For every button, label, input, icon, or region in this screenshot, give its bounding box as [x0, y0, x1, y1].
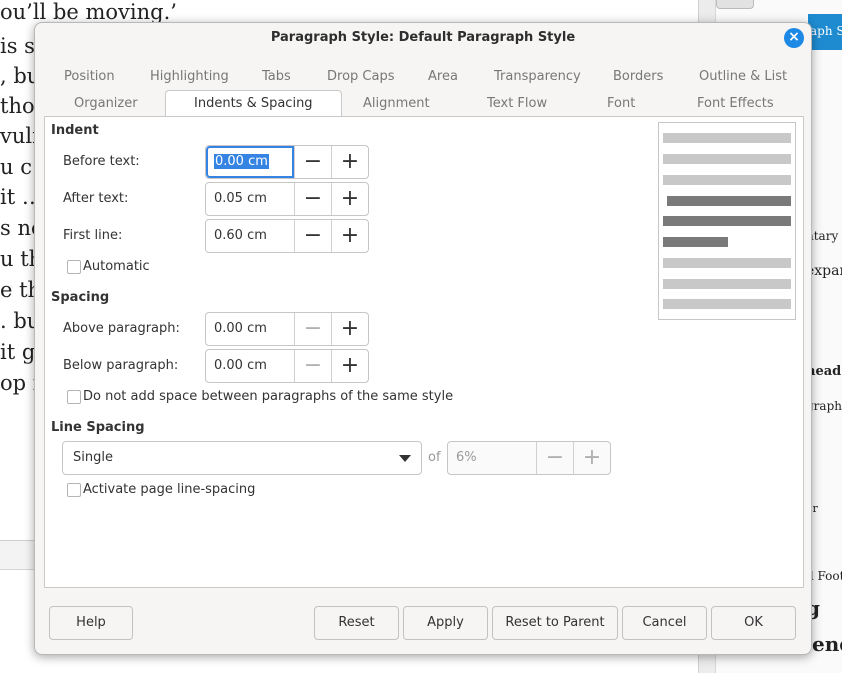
after-text-input[interactable]: 0.05 cm — [206, 183, 294, 215]
preview-line — [663, 175, 791, 185]
first-line-spinner: 0.60 cm − + — [205, 219, 369, 253]
tab-transparency[interactable]: Transparency — [494, 69, 581, 84]
spacing-heading: Spacing — [51, 290, 110, 305]
line-spacing-value: Single — [73, 450, 113, 465]
page-line-spacing-label: Activate page line-spacing — [83, 482, 256, 497]
doc-line: it g — [0, 340, 36, 364]
before-text-input[interactable]: 0.00 cm — [206, 146, 294, 178]
paragraph-preview — [658, 122, 796, 320]
page-line-spacing-checkbox[interactable] — [67, 483, 81, 497]
tab-font-effects[interactable]: Font Effects — [697, 96, 774, 111]
before-text-label: Before text: — [63, 154, 140, 169]
below-paragraph-spinner: 0.00 cm − + — [205, 349, 369, 383]
line-spacing-increase-button[interactable]: + — [573, 442, 610, 474]
below-paragraph-input[interactable]: 0.00 cm — [206, 350, 294, 382]
preview-line-current — [663, 216, 791, 226]
preview-line-current — [667, 196, 791, 206]
preview-line-current — [663, 237, 728, 247]
first-line-input[interactable]: 0.60 cm — [206, 220, 294, 252]
before-text-spinner: 0.00 cm − + — [205, 145, 369, 179]
preview-line — [663, 279, 791, 289]
preview-line — [663, 133, 791, 143]
dialog-title: Paragraph Style: Default Paragraph Style — [270, 30, 576, 45]
ok-button[interactable]: OK — [711, 606, 796, 640]
tab-organizer[interactable]: Organizer — [74, 96, 138, 111]
paragraph-style-dialog: Paragraph Style: Default Paragraph Style… — [34, 22, 812, 655]
close-button[interactable]: × — [784, 28, 804, 48]
first-line-label: First line: — [63, 228, 123, 243]
doc-line: is s — [0, 34, 35, 58]
preview-line — [663, 154, 791, 164]
first-line-decrease-button[interactable]: − — [294, 220, 331, 252]
first-line-increase-button[interactable]: + — [331, 220, 368, 252]
automatic-label: Automatic — [83, 259, 150, 274]
selected-style-entry[interactable]: aph S — [808, 14, 842, 50]
before-text-decrease-button[interactable]: − — [294, 146, 331, 178]
sidebar-button[interactable] — [716, 0, 754, 9]
preview-line — [663, 258, 791, 268]
tab-tabs[interactable]: Tabs — [262, 69, 291, 84]
tab-indents-spacing[interactable]: Indents & Spacing — [165, 90, 342, 118]
apply-button[interactable]: Apply — [403, 606, 488, 640]
cancel-button[interactable]: Cancel — [622, 606, 707, 640]
doc-line: u c — [0, 155, 32, 179]
tab-highlighting[interactable]: Highlighting — [150, 69, 229, 84]
after-text-decrease-button[interactable]: − — [294, 183, 331, 215]
after-text-label: After text: — [63, 191, 129, 206]
before-text-increase-button[interactable]: + — [331, 146, 368, 178]
tab-borders[interactable]: Borders — [613, 69, 663, 84]
line-spacing-heading: Line Spacing — [51, 420, 145, 435]
line-spacing-amount-input[interactable]: 6% — [448, 442, 536, 474]
above-paragraph-increase-button[interactable]: + — [331, 313, 368, 345]
doc-line: tho — [0, 94, 35, 118]
tab-position[interactable]: Position — [64, 69, 115, 84]
tab-outline-list[interactable]: Outline & List — [699, 69, 787, 84]
selected-style-label: aph S — [810, 24, 842, 38]
after-text-spinner: 0.05 cm − + — [205, 182, 369, 216]
line-spacing-dropdown[interactable]: Single — [62, 441, 422, 475]
help-button[interactable]: Help — [49, 606, 133, 640]
of-label: of — [428, 450, 441, 465]
indent-heading: Indent — [51, 123, 99, 138]
chevron-down-icon — [399, 455, 411, 462]
below-paragraph-increase-button[interactable]: + — [331, 350, 368, 382]
below-paragraph-label: Below paragraph: — [63, 358, 179, 373]
above-paragraph-decrease-button[interactable]: − — [294, 313, 331, 345]
dialog-titlebar: Paragraph Style: Default Paragraph Style… — [35, 23, 811, 53]
doc-line: ou’ll be moving.’ — [0, 0, 177, 24]
tab-font[interactable]: Font — [607, 96, 635, 111]
no-space-same-style-label: Do not add space between paragraphs of t… — [83, 389, 454, 404]
above-paragraph-label: Above paragraph: — [63, 321, 180, 336]
tab-drop-caps[interactable]: Drop Caps — [327, 69, 394, 84]
tab-alignment[interactable]: Alignment — [363, 96, 430, 111]
after-text-increase-button[interactable]: + — [331, 183, 368, 215]
no-space-same-style-checkbox[interactable] — [67, 390, 81, 404]
tab-text-flow[interactable]: Text Flow — [487, 96, 547, 111]
reset-to-parent-button[interactable]: Reset to Parent — [492, 606, 618, 640]
indents-spacing-panel: Indent Before text: 0.00 cm − + After te… — [44, 116, 804, 588]
tab-area[interactable]: Area — [428, 69, 458, 84]
below-paragraph-decrease-button[interactable]: − — [294, 350, 331, 382]
above-paragraph-input[interactable]: 0.00 cm — [206, 313, 294, 345]
above-paragraph-spinner: 0.00 cm − + — [205, 312, 369, 346]
line-spacing-amount-spinner: 6% − + — [447, 441, 611, 475]
preview-line — [663, 299, 791, 309]
automatic-checkbox[interactable] — [67, 260, 81, 274]
close-icon: × — [788, 29, 800, 45]
line-spacing-decrease-button[interactable]: − — [536, 442, 573, 474]
reset-button[interactable]: Reset — [314, 606, 399, 640]
